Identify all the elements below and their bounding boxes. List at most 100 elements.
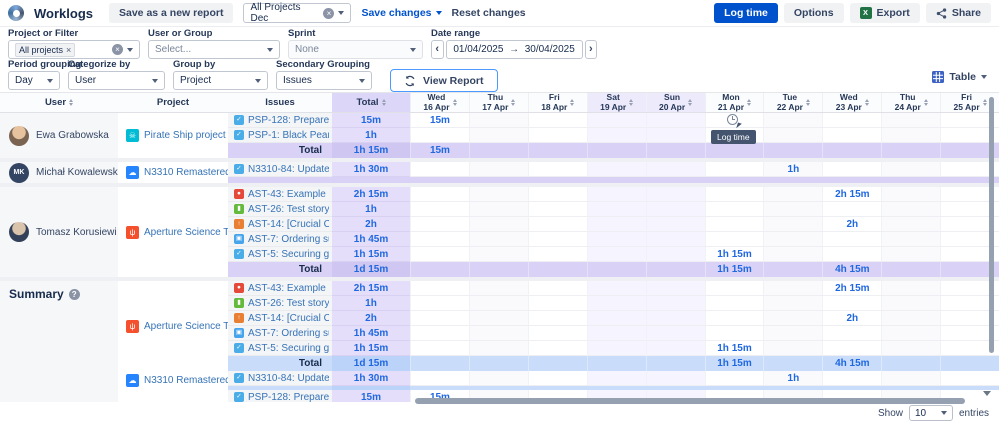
worklog-cell[interactable] <box>410 128 469 143</box>
column-header-date[interactable]: Mon21 Apr <box>705 93 764 112</box>
worklog-cell[interactable] <box>881 128 940 143</box>
column-header-date[interactable]: Fri18 Apr <box>528 93 587 112</box>
worklog-cell[interactable] <box>469 311 528 326</box>
worklog-cell[interactable] <box>528 143 587 158</box>
worklog-cell[interactable] <box>763 356 822 371</box>
worklog-cell[interactable] <box>587 296 646 311</box>
worklog-cell[interactable] <box>940 356 999 371</box>
view-report-button[interactable]: View Report <box>390 69 498 92</box>
issue-link[interactable]: PSP-128: Prepare men… <box>248 392 329 403</box>
worklog-cell[interactable] <box>410 341 469 356</box>
worklog-cell[interactable] <box>469 262 528 277</box>
worklog-cell[interactable] <box>587 177 646 183</box>
worklog-cell[interactable] <box>646 281 705 296</box>
issue-link[interactable]: N3310-84: Update Lan… <box>248 373 329 384</box>
worklog-cell[interactable] <box>469 371 528 386</box>
column-header-total[interactable]: Total <box>332 93 410 112</box>
worklog-cell[interactable] <box>881 247 940 262</box>
worklog-cell[interactable] <box>469 247 528 262</box>
worklog-cell[interactable] <box>528 281 587 296</box>
worklog-cell[interactable] <box>705 326 764 341</box>
issue-link[interactable]: AST-26: Test story 1 <box>248 204 329 215</box>
save-changes-button[interactable]: Save changes <box>361 7 441 19</box>
worklog-cell[interactable] <box>528 217 587 232</box>
worklog-cell[interactable] <box>410 371 469 386</box>
worklog-cell[interactable] <box>528 262 587 277</box>
worklog-cell[interactable] <box>646 187 705 202</box>
project-link[interactable]: N3310 Remastered <box>144 167 228 178</box>
project-link[interactable]: Pirate Ship project <box>144 130 226 141</box>
worklog-cell[interactable] <box>646 247 705 262</box>
worklog-cell[interactable] <box>763 247 822 262</box>
worklog-cell[interactable] <box>587 262 646 277</box>
worklog-cell[interactable] <box>469 143 528 158</box>
worklog-cell[interactable]: 4h 15m <box>822 262 881 277</box>
worklog-cell[interactable]: 4h 15m <box>822 356 881 371</box>
issue-link[interactable]: AST-14: [Crucial Comp… <box>248 219 329 230</box>
worklog-cell[interactable] <box>528 371 587 386</box>
worklog-cell[interactable] <box>822 143 881 158</box>
worklog-cell[interactable] <box>881 177 940 183</box>
worklog-cell[interactable] <box>410 162 469 177</box>
worklog-cell[interactable] <box>763 113 822 128</box>
worklog-cell[interactable] <box>646 128 705 143</box>
worklog-cell[interactable]: 2h <box>822 311 881 326</box>
worklog-cell[interactable]: 1h <box>763 162 822 177</box>
issue-link[interactable]: AST-43: Example Bug 3 <box>248 189 329 200</box>
project-link[interactable]: N3310 Remastered <box>144 375 228 386</box>
worklog-cell[interactable]: 1h <box>763 371 822 386</box>
issue-link[interactable]: AST-7: Ordering suffici… <box>248 234 329 245</box>
worklog-cell[interactable] <box>410 202 469 217</box>
worklog-cell[interactable] <box>763 326 822 341</box>
scroll-down-icon[interactable] <box>983 391 991 396</box>
worklog-cell[interactable] <box>410 232 469 247</box>
worklog-cell[interactable] <box>469 356 528 371</box>
worklog-cell[interactable] <box>528 311 587 326</box>
worklog-cell[interactable] <box>881 371 940 386</box>
user-filter-select[interactable]: Select... <box>148 40 280 59</box>
worklog-cell[interactable] <box>705 187 764 202</box>
project-link[interactable]: Aperture Science Testing <box>144 321 228 332</box>
page-size-select[interactable]: 10 <box>909 405 953 421</box>
view-mode-select[interactable]: Table <box>932 71 987 83</box>
worklog-cell[interactable] <box>469 177 528 183</box>
vertical-scrollbar[interactable] <box>989 97 994 353</box>
worklog-cell[interactable] <box>705 311 764 326</box>
worklog-cell[interactable] <box>881 202 940 217</box>
worklog-cell[interactable] <box>528 113 587 128</box>
issue-link[interactable]: N3310-84: Update Lan… <box>248 164 329 175</box>
worklog-cell[interactable]: 15m <box>410 113 469 128</box>
save-as-report-button[interactable]: Save as a new report <box>109 3 233 23</box>
column-header-date[interactable]: Wed16 Apr <box>410 93 469 112</box>
worklog-cell[interactable] <box>881 311 940 326</box>
worklog-cell[interactable] <box>528 356 587 371</box>
worklog-cell[interactable] <box>587 371 646 386</box>
date-range-input[interactable]: 01/04/2025 → 30/04/2025 <box>446 40 583 59</box>
worklog-cell[interactable] <box>822 371 881 386</box>
worklog-cell[interactable] <box>881 326 940 341</box>
worklog-cell[interactable] <box>705 232 764 247</box>
worklog-cell[interactable] <box>822 296 881 311</box>
worklog-cell[interactable] <box>528 162 587 177</box>
worklog-cell[interactable] <box>646 326 705 341</box>
worklog-cell[interactable] <box>646 162 705 177</box>
worklog-cell[interactable] <box>410 281 469 296</box>
issue-link[interactable]: PSP-128: Prepare men… <box>248 115 329 126</box>
worklog-cell[interactable] <box>587 187 646 202</box>
worklog-cell[interactable] <box>822 113 881 128</box>
worklog-cell[interactable]: 1h 15m <box>705 341 764 356</box>
worklog-cell[interactable] <box>587 143 646 158</box>
worklog-cell[interactable] <box>469 326 528 341</box>
log-time-icon[interactable] <box>727 114 741 128</box>
worklog-cell[interactable] <box>469 296 528 311</box>
project-link[interactable]: Aperture Science Testing <box>144 227 228 238</box>
worklog-cell[interactable] <box>528 341 587 356</box>
worklog-cell[interactable] <box>410 187 469 202</box>
worklog-cell[interactable] <box>705 217 764 232</box>
worklog-cell[interactable] <box>940 371 999 386</box>
worklog-cell[interactable] <box>822 128 881 143</box>
worklog-cell[interactable] <box>587 128 646 143</box>
worklog-cell[interactable] <box>881 296 940 311</box>
column-header-date[interactable]: Wed23 Apr <box>822 93 881 112</box>
worklog-cell[interactable] <box>410 247 469 262</box>
